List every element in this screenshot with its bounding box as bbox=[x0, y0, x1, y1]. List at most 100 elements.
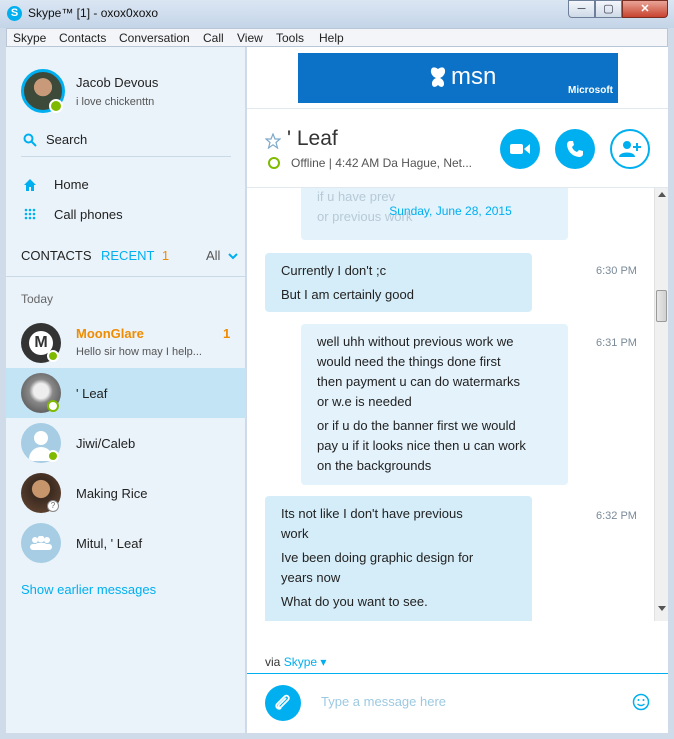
online-status-icon bbox=[47, 450, 59, 462]
message-line: Its not like I don't have previous bbox=[281, 506, 463, 521]
contact-row-leaf[interactable]: ' Leaf bbox=[6, 368, 246, 418]
divider bbox=[247, 108, 668, 109]
audio-call-button[interactable] bbox=[555, 129, 595, 169]
paperclip-icon bbox=[275, 694, 290, 710]
contact-row-group[interactable]: Mitul, ' Leaf bbox=[6, 518, 246, 568]
contact-row-making-rice[interactable]: ? Making Rice bbox=[6, 468, 246, 518]
contact-row-moonglare[interactable]: M MoonGlare Hello sir how may I help... … bbox=[6, 318, 246, 368]
scroll-up-arrow[interactable] bbox=[658, 192, 666, 197]
search-box[interactable]: Search bbox=[21, 129, 231, 157]
via-prefix: via bbox=[265, 655, 281, 669]
video-camera-icon bbox=[510, 144, 530, 154]
menu-help[interactable]: Help bbox=[319, 31, 344, 45]
menu-tools[interactable]: Tools bbox=[276, 31, 304, 45]
recent-count-badge: 1 bbox=[161, 248, 170, 263]
home-icon bbox=[24, 179, 36, 191]
search-label: Search bbox=[46, 132, 88, 147]
message-line: or w.e is needed bbox=[317, 394, 412, 409]
menu-conversation[interactable]: Conversation bbox=[119, 31, 190, 45]
attach-button[interactable] bbox=[265, 685, 301, 721]
add-people-button[interactable] bbox=[610, 129, 650, 169]
date-separator: Sunday, June 28, 2015 bbox=[389, 204, 512, 218]
skype-logo-icon: S bbox=[7, 6, 22, 21]
menu-call[interactable]: Call bbox=[203, 31, 224, 45]
offline-status-icon bbox=[47, 400, 59, 412]
nav-call-phones[interactable]: Call phones bbox=[21, 207, 231, 227]
phone-icon bbox=[567, 141, 583, 157]
dialpad-icon bbox=[24, 208, 36, 220]
conversation-title: ' Leaf bbox=[287, 127, 338, 150]
via-service: Skype ▾ bbox=[283, 655, 327, 669]
scrollbar[interactable] bbox=[654, 188, 668, 621]
message-line: Currently I don't ;c bbox=[281, 263, 387, 278]
unknown-status-icon: ? bbox=[47, 500, 59, 512]
chevron-down-icon bbox=[228, 253, 238, 260]
contact-row-jiwi-caleb[interactable]: Jiwi/Caleb bbox=[6, 418, 246, 468]
online-status-icon bbox=[47, 350, 59, 362]
contact-preview: Hello sir how may I help... bbox=[76, 346, 202, 358]
sidebar: Jacob Devous i love chickenttn Search Ho… bbox=[6, 47, 246, 733]
message-line: pay u if it looks nice then u can work bbox=[317, 438, 526, 453]
message-bubble[interactable]: well uhh without previous work we would … bbox=[301, 324, 568, 485]
contact-name: Mitul, ' Leaf bbox=[76, 536, 143, 551]
minimize-button[interactable]: ─ bbox=[568, 0, 595, 18]
filter-all-label: All bbox=[206, 248, 221, 263]
message-time: 6:30 PM bbox=[596, 265, 637, 277]
menu-bar: Skype Contacts Conversation Call View To… bbox=[6, 28, 668, 47]
title-bar: S Skype™ [1] - oxox0xoxo ─ ▢ ✕ bbox=[0, 0, 674, 28]
favorite-star-icon[interactable] bbox=[265, 133, 281, 149]
contact-name: Jiwi/Caleb bbox=[76, 436, 136, 451]
profile-name: Jacob Devous bbox=[76, 75, 159, 90]
add-person-icon bbox=[619, 141, 641, 157]
message-line: work bbox=[281, 526, 309, 541]
message-time: 6:32 PM bbox=[596, 510, 637, 522]
menu-contacts[interactable]: Contacts bbox=[59, 31, 106, 45]
contact-name: MoonGlare bbox=[76, 326, 144, 341]
message-line: years now bbox=[281, 570, 341, 585]
msn-butterfly-icon bbox=[430, 67, 446, 87]
section-today: Today bbox=[21, 292, 54, 306]
message-line: What do you want to see. bbox=[281, 594, 428, 609]
profile-mood[interactable]: i love chickenttn bbox=[76, 96, 154, 108]
profile-area[interactable]: Jacob Devous i love chickenttn bbox=[6, 47, 246, 127]
message-line: would need the things done first bbox=[317, 354, 501, 369]
tab-recent[interactable]: RECENT 1 bbox=[101, 248, 169, 263]
nav-home-label: Home bbox=[54, 177, 89, 192]
message-input[interactable]: Type a message here bbox=[321, 694, 621, 709]
maximize-button[interactable]: ▢ bbox=[595, 0, 622, 18]
unread-badge: 1 bbox=[223, 326, 231, 341]
contact-name: Making Rice bbox=[76, 486, 148, 501]
message-bubble[interactable]: Its not like I don't have previous work … bbox=[265, 496, 532, 621]
emoticon-icon[interactable] bbox=[632, 693, 650, 711]
msn-ad-banner[interactable]: msn Microsoft bbox=[298, 53, 618, 103]
tab-recent-label: RECENT bbox=[101, 248, 155, 263]
close-button[interactable]: ✕ bbox=[622, 0, 668, 18]
menu-skype[interactable]: Skype bbox=[13, 31, 46, 45]
video-call-button[interactable] bbox=[500, 129, 540, 169]
menu-view[interactable]: View bbox=[237, 31, 263, 45]
offline-status-icon bbox=[268, 157, 280, 169]
via-skype[interactable]: via Skype ▾ bbox=[265, 655, 326, 669]
conversation-pane: msn Microsoft ' Leaf Offline | 4:42 AM D… bbox=[247, 47, 668, 733]
filter-all-dropdown[interactable]: All bbox=[206, 248, 238, 263]
message-bubble[interactable]: Currently I don't ;c But I am certainly … bbox=[265, 253, 532, 312]
message-line: or if u do the banner first we would bbox=[317, 418, 516, 433]
conversation-status: Offline | 4:42 AM Da Hague, Net... bbox=[291, 156, 472, 170]
message-history[interactable]: if u have prev or previous work Sunday, … bbox=[247, 188, 654, 621]
online-status-icon bbox=[49, 99, 63, 113]
scroll-thumb[interactable] bbox=[656, 290, 667, 322]
message-line: Ive been doing graphic design for bbox=[281, 550, 474, 565]
show-earlier-link[interactable]: Show earlier messages bbox=[21, 582, 156, 597]
nav-home[interactable]: Home bbox=[21, 177, 231, 197]
nav-call-phones-label: Call phones bbox=[54, 207, 123, 222]
window-title: Skype™ [1] - oxox0xoxo bbox=[28, 6, 159, 20]
group-avatar bbox=[21, 523, 61, 563]
message-line: But I am certainly good bbox=[281, 287, 414, 302]
scroll-down-arrow[interactable] bbox=[658, 606, 666, 611]
contact-name: ' Leaf bbox=[76, 386, 108, 401]
group-icon bbox=[30, 536, 52, 550]
message-line: on the backgrounds bbox=[317, 458, 432, 473]
tab-contacts[interactable]: CONTACTS bbox=[21, 248, 92, 263]
message-time: 6:31 PM bbox=[596, 337, 637, 349]
composer-divider bbox=[247, 673, 668, 674]
